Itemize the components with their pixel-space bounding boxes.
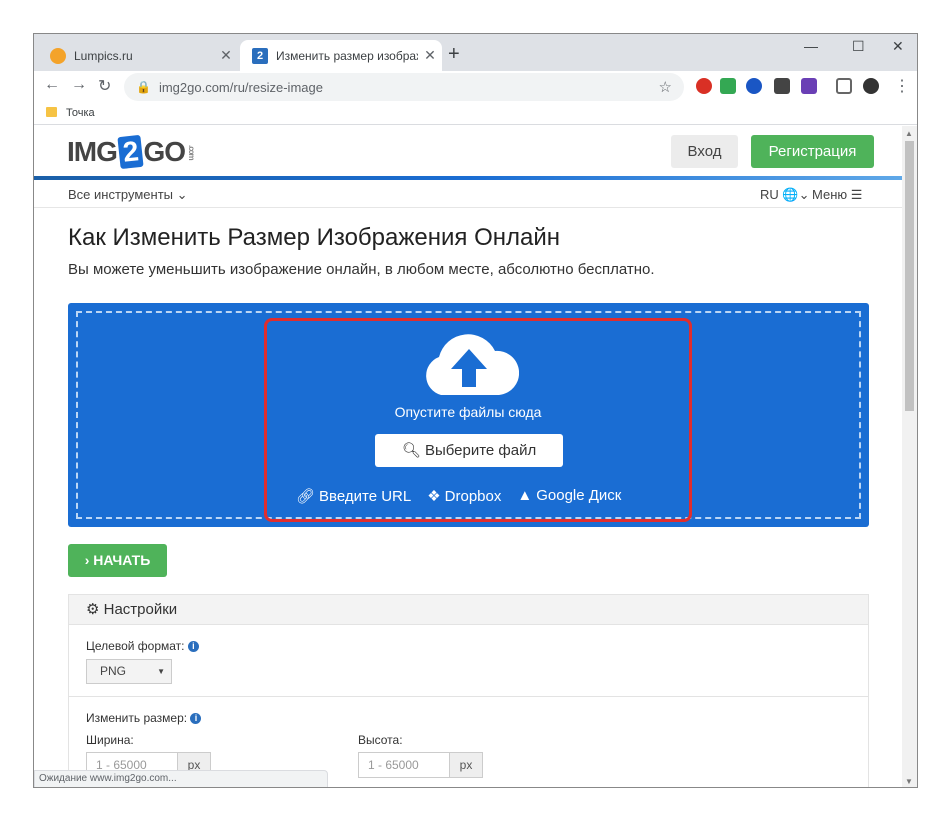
resize-label: Изменить размер: i bbox=[86, 711, 202, 725]
logo-text-suffix: .com bbox=[187, 144, 197, 160]
tab-img2go[interactable]: 2 Изменить размер изображений ✕ bbox=[240, 40, 442, 71]
settings-panel: ⚙ Настройки Целевой формат: i PNG ▼ Изме… bbox=[68, 594, 869, 787]
all-tools-label: Все инструменты bbox=[68, 187, 173, 202]
chevron-down-icon: ⌄ bbox=[176, 187, 188, 202]
kebab-menu-icon[interactable]: ⋮ bbox=[894, 76, 910, 96]
target-format-value: PNG bbox=[100, 664, 127, 678]
logo-text-left: IMG bbox=[67, 136, 118, 167]
status-bar: Ожидание www.img2go.com... bbox=[34, 770, 328, 787]
resize-text: Изменить размер: bbox=[86, 711, 188, 725]
bookmark-star-icon[interactable]: ☆ bbox=[659, 78, 672, 96]
bookmark-tochka[interactable]: Точка bbox=[66, 107, 95, 119]
browser-toolbar: ← → ↻ 🔒 img2go.com/ru/resize-image ☆ ⋮ bbox=[34, 71, 917, 103]
height-input[interactable]: 1 - 65000 bbox=[358, 752, 450, 778]
extension-globe-icon[interactable] bbox=[746, 78, 762, 94]
media-icon[interactable] bbox=[836, 78, 852, 94]
logo-text-number: 2 bbox=[117, 134, 144, 170]
tab-title: Lumpics.ru bbox=[74, 48, 133, 63]
scroll-down-icon[interactable]: ▼ bbox=[905, 777, 913, 786]
vertical-scrollbar[interactable]: ▲ ▼ bbox=[902, 126, 917, 787]
target-format-text: Целевой формат: bbox=[86, 639, 185, 653]
new-tab-button[interactable]: + bbox=[448, 43, 460, 66]
sub-navigation: Все инструменты ⌄ RU 🌐⌄ Меню ☰ bbox=[34, 180, 904, 208]
lock-icon: 🔒 bbox=[136, 80, 151, 94]
tab-lumpics[interactable]: Lumpics.ru ✕ bbox=[38, 40, 238, 71]
register-button[interactable]: Регистрация bbox=[751, 135, 874, 168]
url-text: img2go.com/ru/resize-image bbox=[158, 79, 323, 95]
target-format-select[interactable]: PNG ▼ bbox=[86, 659, 172, 684]
globe-icon: 🌐 bbox=[782, 187, 799, 202]
width-label: Ширина: bbox=[86, 733, 134, 747]
reload-icon[interactable]: ↻ bbox=[98, 76, 111, 96]
minimize-button[interactable]: — bbox=[804, 38, 818, 54]
extension-icon[interactable] bbox=[801, 78, 817, 94]
start-button[interactable]: › НАЧАТЬ bbox=[68, 544, 167, 577]
avatar[interactable] bbox=[863, 78, 879, 94]
page-content: IMG 2 GO .com Вход Регистрация Все инстр… bbox=[34, 126, 904, 787]
height-unit: px bbox=[449, 752, 483, 778]
gears-icon: ⚙ bbox=[86, 601, 100, 618]
close-window-button[interactable]: ✕ bbox=[892, 38, 904, 55]
language-label: RU bbox=[760, 187, 779, 202]
language-selector[interactable]: RU 🌐⌄ bbox=[760, 187, 810, 203]
scrollbar-thumb[interactable] bbox=[905, 141, 914, 411]
extension-check-icon[interactable] bbox=[720, 78, 736, 94]
menu-label: Меню bbox=[812, 187, 848, 202]
close-tab-icon[interactable]: ✕ bbox=[214, 47, 238, 64]
chevron-right-icon: › bbox=[84, 552, 90, 568]
maximize-button[interactable]: ☐ bbox=[852, 38, 865, 55]
chevron-down-icon: ⌄ bbox=[798, 187, 810, 202]
login-button[interactable]: Вход bbox=[671, 135, 738, 168]
tab-strip: Lumpics.ru ✕ 2 Изменить размер изображен… bbox=[34, 34, 917, 71]
info-icon[interactable]: i bbox=[187, 641, 199, 653]
menu-button[interactable]: Меню ☰ bbox=[812, 187, 862, 203]
img2go-favicon-icon: 2 bbox=[252, 47, 268, 64]
extension-icon[interactable] bbox=[696, 78, 712, 94]
page-subtitle: Вы можете уменьшить изображение онлайн, … bbox=[68, 261, 655, 278]
tab-title: Изменить размер изображений bbox=[276, 48, 418, 63]
caret-down-icon: ▼ bbox=[157, 667, 165, 676]
start-label: НАЧАТЬ bbox=[93, 552, 151, 568]
red-highlight-frame bbox=[264, 318, 692, 522]
info-icon[interactable]: i bbox=[190, 713, 202, 725]
scroll-up-icon[interactable]: ▲ bbox=[905, 129, 913, 138]
logo-text-right: GO bbox=[143, 136, 186, 167]
back-arrow-icon[interactable]: ← bbox=[44, 76, 60, 94]
forward-arrow-icon[interactable]: → bbox=[71, 76, 87, 94]
height-label: Высота: bbox=[358, 733, 403, 747]
target-format-label: Целевой формат: i bbox=[86, 639, 199, 653]
settings-header: ⚙ Настройки bbox=[69, 595, 868, 625]
page-title: Как Изменить Размер Изображения Онлайн bbox=[68, 224, 561, 251]
img2go-logo[interactable]: IMG 2 GO .com bbox=[67, 134, 197, 170]
settings-title: Настройки bbox=[103, 601, 178, 618]
address-bar[interactable]: 🔒 img2go.com/ru/resize-image ☆ bbox=[124, 73, 684, 101]
hamburger-icon: ☰ bbox=[850, 187, 863, 202]
extension-cube-icon[interactable] bbox=[774, 78, 790, 94]
browser-window: Lumpics.ru ✕ 2 Изменить размер изображен… bbox=[33, 33, 918, 788]
bookmarks-bar: Точка bbox=[34, 103, 917, 125]
all-tools-dropdown[interactable]: Все инструменты ⌄ bbox=[68, 187, 188, 203]
settings-divider bbox=[69, 696, 868, 697]
close-tab-icon[interactable]: ✕ bbox=[418, 47, 442, 64]
lumpics-favicon-icon bbox=[50, 47, 66, 64]
folder-icon bbox=[46, 107, 57, 117]
